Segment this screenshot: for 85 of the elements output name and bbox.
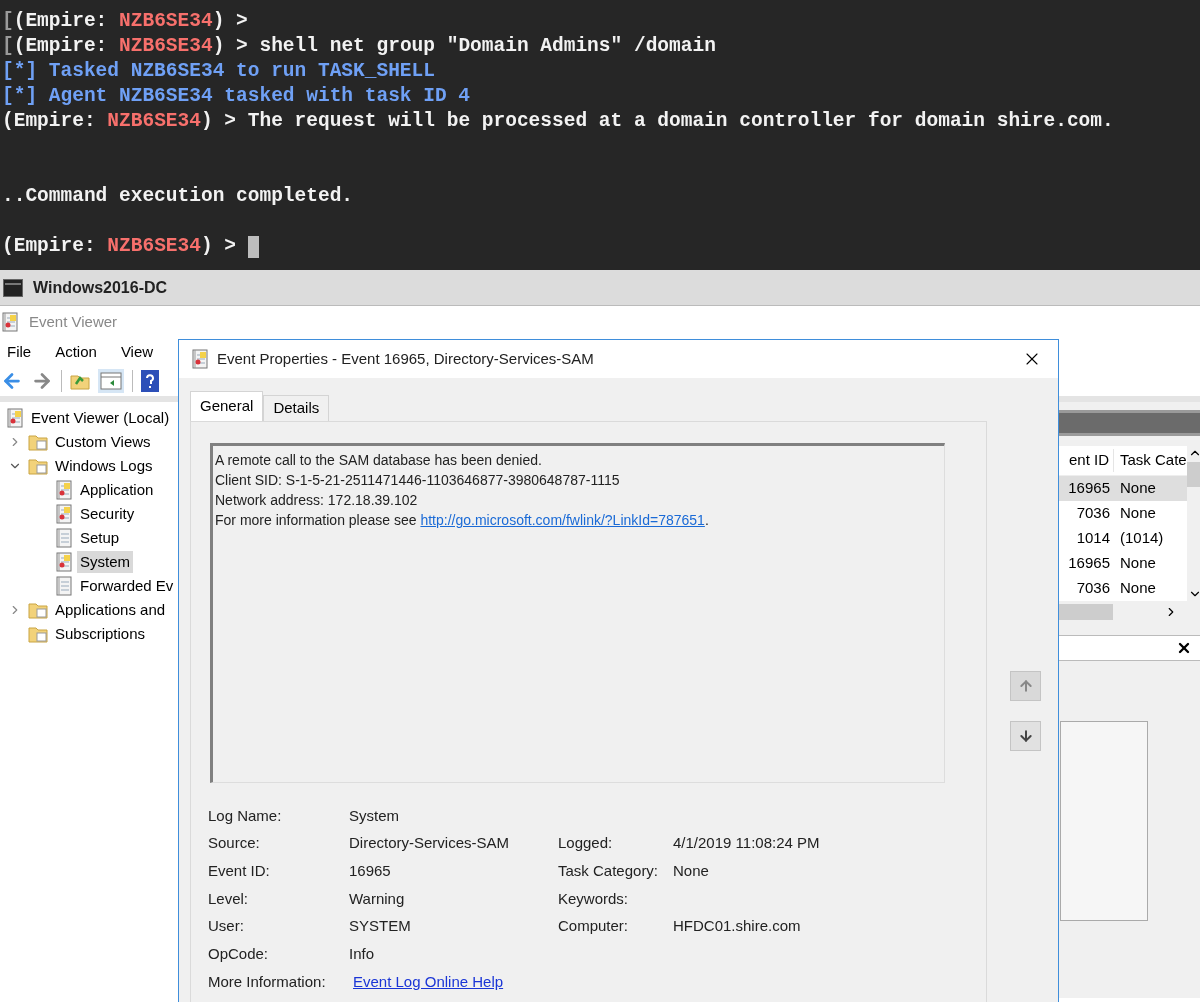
table-cell-text: 16965	[1067, 553, 1111, 574]
field-label: Computer:	[558, 916, 630, 937]
tree-item[interactable]: Custom Views	[52, 431, 154, 453]
field-label: Keywords:	[558, 888, 630, 909]
dialog-title: Event Properties - Event 16965, Directory-Services-SAM	[217, 348, 594, 369]
terminal-line: (Empire: NZB6SE34) >	[2, 234, 237, 259]
previous-event-button[interactable]	[1010, 671, 1041, 701]
scroll-thumb[interactable]	[1186, 462, 1200, 487]
tree-item[interactable]: Application	[77, 479, 157, 501]
event-log-icon	[55, 504, 73, 524]
console-icon	[3, 278, 23, 297]
terminal-line: ..Command execution completed.	[2, 184, 354, 209]
field-value: Warning	[349, 889, 405, 907]
folder-icon	[28, 601, 48, 619]
field-label: Source:	[208, 833, 261, 854]
menu-item[interactable]: View	[120, 340, 154, 364]
online-help-link[interactable]: Event Log Online Help	[353, 972, 504, 990]
field-value: SYSTEM	[349, 917, 411, 935]
folder-icon	[28, 433, 48, 451]
tree-item[interactable]: System	[77, 551, 133, 573]
field-value: System	[349, 806, 399, 824]
field-value: 4/1/2019 11:08:24 PM	[673, 833, 820, 854]
menu-item[interactable]: File	[7, 340, 32, 364]
field-label: Log Name:	[208, 805, 283, 826]
scroll-thumb[interactable]	[1058, 604, 1113, 620]
window-title: Event Viewer	[29, 311, 118, 332]
tab[interactable]: Details	[263, 395, 330, 421]
show-pane-icon[interactable]	[98, 369, 124, 393]
field-label: More Information:	[208, 971, 327, 992]
field-label: Event ID:	[208, 860, 271, 881]
table-cell-text: None	[1119, 578, 1156, 599]
field-label: Logged:	[558, 833, 614, 854]
tree-item[interactable]: Event Viewer (Local)	[28, 407, 173, 429]
folder-icon	[28, 457, 48, 475]
field-value: Info	[349, 945, 375, 963]
tab[interactable]: General	[190, 391, 264, 421]
description-line: A remote call to the SAM database has been denied.	[215, 451, 542, 470]
field-value: Directory-Services-SAM	[349, 834, 510, 852]
column-header[interactable]: Task Cate	[1114, 449, 1187, 472]
tree-item[interactable]: Windows Logs	[52, 455, 156, 477]
terminal-line: [(Empire: NZB6SE34) > shell net group "Domain Admins" /domain	[2, 34, 716, 59]
field-label: User:	[208, 916, 245, 937]
event-log-icon	[55, 480, 73, 500]
table-cell-text: (1014)	[1119, 528, 1164, 549]
table-cell-text: 7036	[1075, 578, 1111, 599]
next-event-button[interactable]	[1010, 721, 1041, 751]
log-icon	[55, 576, 73, 596]
terminal-line: [*] Tasked NZB6SE34 to run TASK_SHELL	[2, 59, 435, 84]
help-link[interactable]: http://go.microsoft.com/fwlink/?LinkId=787651	[420, 512, 705, 528]
tree-item[interactable]: Security	[77, 503, 138, 525]
table-cell-text: None	[1119, 553, 1156, 574]
field-value: None	[673, 860, 709, 881]
tree-item[interactable]: Subscriptions	[52, 623, 149, 645]
event-log-icon	[55, 552, 73, 572]
description-line: Client SID: S-1-5-21-2511471446-1103646877-3980648787-1115	[215, 471, 620, 490]
terminal-line: [(Empire: NZB6SE34) >	[2, 9, 248, 34]
tree-item[interactable]: Applications and	[52, 599, 169, 621]
tree-item[interactable]: Forwarded Ev	[77, 575, 177, 597]
tree-item[interactable]: Setup	[77, 527, 123, 549]
field-label: Task Category:	[558, 860, 660, 881]
table-cell-text: None	[1119, 478, 1156, 499]
field-label: OpCode:	[208, 944, 270, 965]
field-value: HFDC01.shire.com	[673, 916, 801, 937]
description-line: Network address: 172.18.39.102	[215, 491, 418, 510]
folder-icon	[28, 625, 48, 643]
table-row[interactable]: 16965 None	[1058, 476, 1187, 501]
close-pane-icon[interactable]	[1176, 640, 1192, 656]
description-line: For more information please see http://go.microsoft.com/fwlink/?LinkId=787651.	[215, 511, 709, 530]
field-label: Level:	[208, 888, 250, 909]
terminal-line: [*] Agent NZB6SE34 tasked with task ID 4	[2, 84, 471, 109]
log-icon	[55, 528, 73, 548]
event-log-icon	[6, 408, 24, 428]
event-log-icon	[191, 349, 209, 369]
back-icon[interactable]	[1, 370, 23, 392]
host-window-title: Windows2016-DC	[33, 277, 168, 298]
menu-item[interactable]: Action	[55, 340, 97, 364]
table-cell-text: 7036	[1075, 503, 1111, 524]
table-cell-text: 1014	[1075, 528, 1111, 549]
folder-up-icon[interactable]	[70, 372, 90, 390]
terminal-line: (Empire: NZB6SE34) > The request will be processed at a domain controller for domain shire.com.	[2, 109, 1114, 134]
table-cell-text: None	[1119, 503, 1156, 524]
help-icon[interactable]	[141, 370, 159, 392]
field-value: 16965	[349, 861, 391, 879]
forward-icon[interactable]	[31, 370, 53, 392]
table-cell-text: 16965	[1067, 478, 1111, 499]
